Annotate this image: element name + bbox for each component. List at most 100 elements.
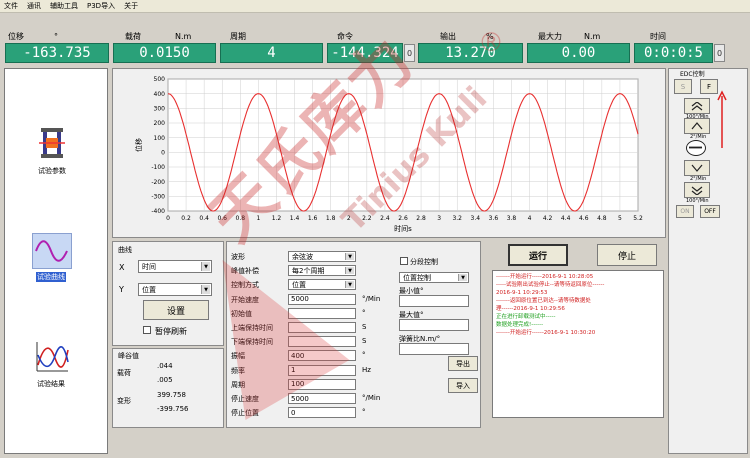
edc-fast-up-button[interactable] bbox=[684, 98, 710, 114]
run-button[interactable]: 运行 bbox=[508, 244, 568, 266]
log-line: -------开始运行-----2016-9-1 10:28:05 bbox=[496, 274, 594, 280]
x-tick-label: 4 bbox=[528, 215, 532, 222]
y-tick-label: 0 bbox=[161, 150, 165, 157]
x-tick-label: 3.4 bbox=[471, 215, 481, 222]
x-tick-label: 3 bbox=[437, 215, 441, 222]
edc-off-button[interactable]: OFF bbox=[700, 205, 720, 218]
menu-bar: 文件 通讯 辅助工具 P3D导入 关于 bbox=[0, 0, 750, 13]
test-params-icon[interactable] bbox=[37, 128, 67, 160]
edc-hold-button[interactable] bbox=[686, 140, 706, 156]
sidebar-item-test-result[interactable]: 试验结果 bbox=[37, 379, 65, 389]
menu-file[interactable]: 文件 bbox=[4, 1, 18, 11]
x-tick-label: 4.6 bbox=[579, 215, 589, 222]
readout-value-cycle: 4 bbox=[220, 43, 323, 63]
x-tick-label: 1.8 bbox=[326, 215, 336, 222]
peak-load-max: .044 bbox=[157, 362, 173, 370]
edc-speed-up-label: 2°/Min bbox=[690, 134, 707, 140]
down-arrow-icon bbox=[691, 164, 703, 172]
zero-time-button[interactable]: 0 bbox=[714, 44, 725, 62]
x-tick-label: 1.6 bbox=[308, 215, 318, 222]
log-line: 数据处理完成!------ bbox=[496, 322, 544, 328]
readout-value-output: 13.270 bbox=[418, 43, 523, 63]
readout-value-displacement: -163.735 bbox=[5, 43, 109, 63]
y-tick-label: 100 bbox=[154, 135, 166, 142]
export-button[interactable]: 导出 bbox=[448, 356, 478, 371]
double-down-arrow-icon bbox=[691, 186, 703, 195]
chevron-down-icon: ▼ bbox=[345, 267, 354, 275]
x-tick-label: 1.4 bbox=[290, 215, 300, 222]
log-line: 理------2016-9-1 10:29:56 bbox=[496, 306, 565, 312]
x-tick-label: 2.6 bbox=[398, 215, 408, 222]
test-curve-icon[interactable] bbox=[32, 233, 72, 269]
stop-button[interactable]: 停止 bbox=[597, 244, 657, 266]
y-axis-label: 位移 bbox=[134, 138, 143, 152]
chevron-down-icon: ▼ bbox=[345, 253, 354, 260]
x-tick-label: 3.8 bbox=[507, 215, 517, 222]
x-tick-label: 4.4 bbox=[561, 215, 571, 222]
sidebar-item-test-params[interactable]: 试验参数 bbox=[38, 166, 66, 176]
pause-refresh-checkbox[interactable] bbox=[143, 326, 151, 334]
segment-min-input[interactable] bbox=[399, 295, 469, 307]
log-line: 2016-9-1 10:29:53 bbox=[496, 290, 548, 296]
y-tick-label: -400 bbox=[151, 208, 165, 215]
readout-label-load: 载荷 N.m bbox=[125, 31, 192, 41]
peak-deform-max: 399.758 bbox=[157, 391, 186, 399]
sidebar-item-test-curve[interactable]: 试验曲线 bbox=[36, 272, 66, 282]
edc-fast-down-button[interactable] bbox=[684, 182, 710, 198]
y-tick-label: -300 bbox=[151, 194, 165, 201]
edc-fast-down-label: 100°/Min bbox=[686, 198, 709, 204]
edc-speed-up-button[interactable] bbox=[684, 118, 710, 134]
log-line: -------返回原位置已到达--请等待数据处 bbox=[496, 298, 591, 304]
x-tick-label: 4.2 bbox=[543, 215, 553, 222]
segment-control-label: 分段控制 bbox=[410, 258, 438, 266]
readout-label-time: 时间 bbox=[650, 31, 666, 41]
edc-speed-down-button[interactable] bbox=[684, 160, 710, 176]
red-up-arrow-annotation bbox=[717, 90, 727, 148]
log-line: 正在进行卸载测试中----- bbox=[496, 314, 556, 320]
readout-value-load: 0.0150 bbox=[113, 43, 216, 63]
x-tick-label: 5 bbox=[618, 215, 622, 222]
wave-row-unit: °/Min bbox=[362, 294, 381, 303]
segment-max-input[interactable] bbox=[399, 319, 469, 331]
y-tick-label: 200 bbox=[154, 120, 166, 127]
x-tick-label: 0.2 bbox=[181, 215, 191, 222]
wave-row-unit: S bbox=[362, 323, 367, 331]
x-axis-select-label: X bbox=[119, 263, 125, 272]
import-button[interactable]: 导入 bbox=[448, 378, 478, 393]
y-tick-label: 300 bbox=[154, 106, 166, 113]
curve-group-title: 曲线 bbox=[118, 246, 132, 254]
y-tick-label: 500 bbox=[154, 76, 166, 83]
log-line: -----试验刚出试验停止--请等待返回原位------ bbox=[496, 282, 605, 288]
x-axis-label: 时间s bbox=[394, 224, 412, 233]
peak-deform-min: -399.756 bbox=[157, 405, 189, 413]
wave-row-unit: ° bbox=[362, 308, 366, 317]
y-tick-label: -100 bbox=[151, 164, 165, 171]
hold-icon bbox=[689, 146, 702, 149]
peak-group-title: 峰谷值 bbox=[118, 352, 139, 360]
chevron-down-icon: ▼ bbox=[458, 274, 467, 281]
menu-import[interactable]: P3D导入 bbox=[87, 1, 115, 11]
watermark-registered: ® bbox=[478, 28, 504, 58]
segment-control-checkbox[interactable] bbox=[400, 257, 408, 265]
menu-comm[interactable]: 通讯 bbox=[27, 1, 41, 11]
pause-refresh-label: 暂停刷新 bbox=[155, 327, 187, 336]
x-tick-label: 3.6 bbox=[489, 215, 499, 222]
menu-tools[interactable]: 辅助工具 bbox=[50, 1, 78, 11]
wave-row-input[interactable]: 5000 bbox=[288, 393, 356, 404]
wave-row-unit: °/Min bbox=[362, 394, 381, 402]
segment-mode-select[interactable]: 位置控制 ▼ bbox=[399, 272, 469, 283]
readout-value-time: 0:0:0:5 bbox=[634, 43, 713, 63]
edc-on-button[interactable]: ON bbox=[676, 205, 694, 218]
readout-label-displacement: 位移 ° bbox=[8, 31, 58, 41]
wave-row-select[interactable]: 余弦波 ▼ bbox=[288, 251, 356, 262]
segment-stiffness-input[interactable] bbox=[399, 343, 469, 355]
test-result-icon[interactable] bbox=[34, 340, 70, 374]
x-tick-label: 2.8 bbox=[416, 215, 426, 222]
x-tick-label: 5.2 bbox=[633, 215, 643, 222]
menu-about[interactable]: 关于 bbox=[124, 1, 138, 11]
edc-s-button[interactable]: S bbox=[674, 79, 692, 94]
wave-row-input[interactable]: 0 bbox=[288, 407, 356, 419]
double-up-arrow-icon bbox=[691, 101, 703, 110]
log-panel[interactable]: -------开始运行-----2016-9-1 10:28:05 -----试验… bbox=[492, 270, 664, 418]
peak-load-label: 载荷 bbox=[117, 369, 131, 377]
